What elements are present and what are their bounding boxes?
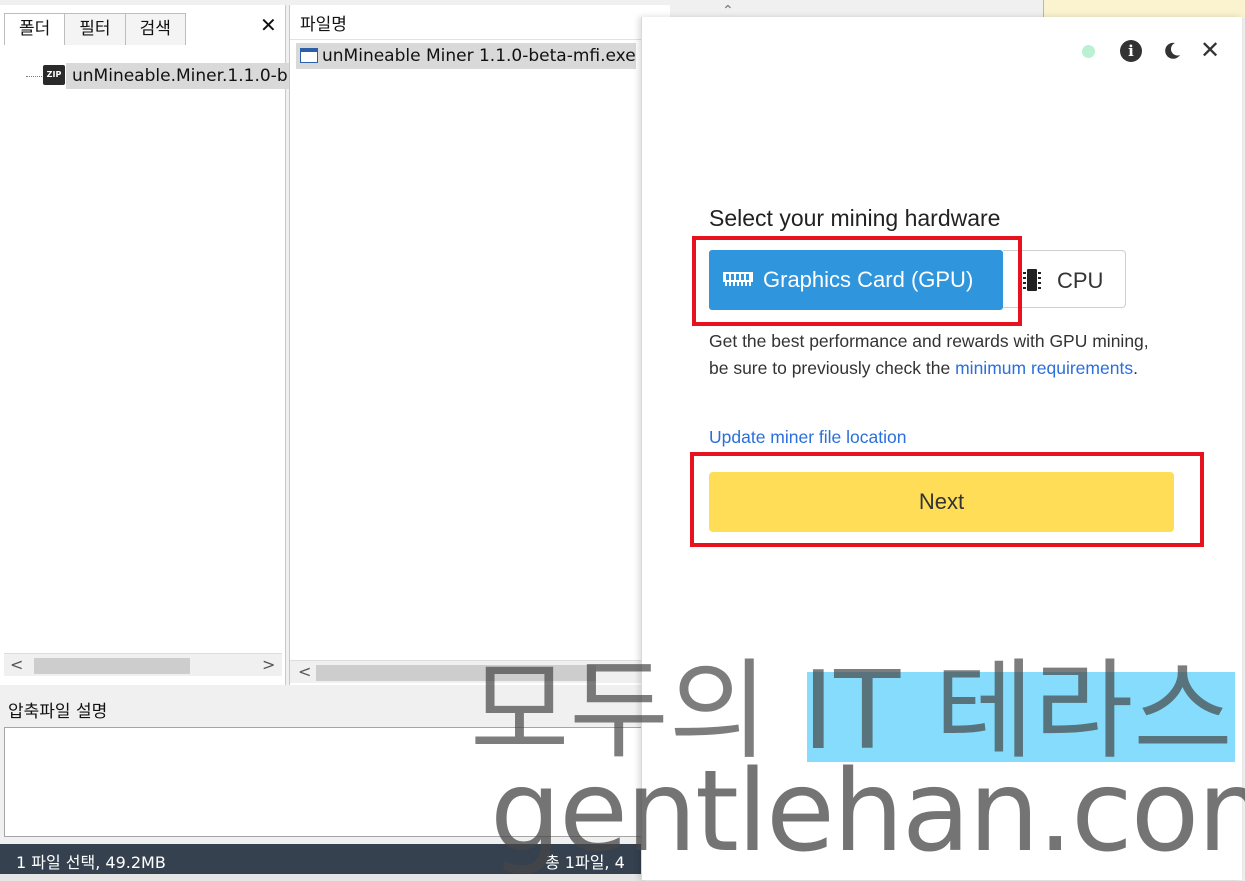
scroll-left-icon[interactable]: < <box>10 654 23 676</box>
status-selection: 1 파일 선택, 49.2MB <box>16 853 166 872</box>
tab-filter[interactable]: 필터 <box>64 13 126 45</box>
highlight-box-gpu <box>692 236 1022 326</box>
exe-file-icon <box>300 48 318 63</box>
scroll-right-icon[interactable]: > <box>262 654 275 676</box>
cpu-option-label: CPU <box>1057 268 1104 293</box>
file-row[interactable]: unMineable Miner 1.1.0-beta-mfi.exe <box>296 43 636 69</box>
folder-panel: 폴더 필터 검색 ✕ ZIP unMineable.Miner.1.1.0-b … <box>0 5 290 685</box>
folder-horizontal-scrollbar[interactable]: < > <box>4 653 282 676</box>
cpu-chip-icon <box>1023 269 1041 291</box>
archive-description-label: 압축파일 설명 <box>8 702 108 722</box>
watermark-url: gentlehan.com <box>490 747 1245 877</box>
tree-connector <box>26 76 42 77</box>
scroll-left-icon[interactable]: < <box>298 661 311 683</box>
column-header-label: 파일명 <box>300 15 347 35</box>
highlight-box-next <box>690 452 1204 547</box>
moon-icon[interactable] <box>1162 41 1182 61</box>
folder-tabs: 폴더 필터 검색 <box>4 13 186 45</box>
minimum-requirements-link[interactable]: minimum requirements <box>955 358 1133 378</box>
zip-file-icon: ZIP <box>43 65 65 85</box>
tree-item[interactable]: ZIP unMineable.Miner.1.1.0-b <box>26 63 290 89</box>
update-miner-location-link[interactable]: Update miner file location <box>709 427 906 448</box>
tab-search[interactable]: 검색 <box>124 13 186 45</box>
status-dot-icon <box>1082 45 1095 58</box>
gpu-description: Get the best performance and rewards wit… <box>709 328 1169 382</box>
column-header-filename[interactable]: 파일명 <box>290 5 670 40</box>
panel-close-icon[interactable]: ✕ <box>260 13 277 37</box>
file-list-panel: 파일명 ⌃ unMineable Miner 1.1.0-beta-mfi.ex… <box>289 3 734 685</box>
tab-folder[interactable]: 폴더 <box>4 13 66 45</box>
description-end: . <box>1133 358 1138 378</box>
scroll-thumb[interactable] <box>34 658 190 674</box>
info-icon[interactable]: i <box>1120 40 1142 62</box>
hardware-heading: Select your mining hardware <box>709 205 1001 231</box>
background-window-strip <box>1043 0 1245 18</box>
close-icon[interactable]: ✕ <box>1200 37 1220 63</box>
file-row-label: unMineable Miner 1.1.0-beta-mfi.exe <box>322 46 636 66</box>
tree-item-label: unMineable.Miner.1.1.0-b <box>66 63 290 89</box>
